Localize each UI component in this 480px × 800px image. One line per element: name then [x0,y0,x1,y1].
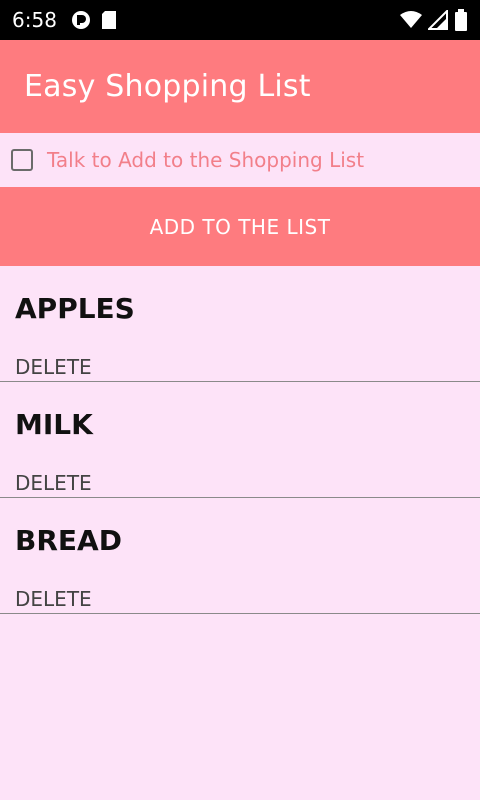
shopping-list: APPLES DELETE MILK DELETE BREAD DELETE [0,266,480,614]
item-name: MILK [15,408,93,441]
app-screen: 6:58 Easy Shopping List Talk to Add to t… [0,0,480,800]
talk-to-add-checkbox[interactable] [11,149,33,171]
delete-button[interactable]: DELETE [15,471,92,495]
battery-icon [454,9,468,31]
status-bar: 6:58 [0,0,480,40]
status-right-icons [400,9,468,31]
list-item: MILK DELETE [0,382,480,498]
add-to-list-button[interactable]: ADD TO THE LIST [0,187,480,266]
sd-card-icon [101,10,121,30]
app-notification-icon [71,10,91,30]
list-item: APPLES DELETE [0,266,480,382]
delete-button[interactable]: DELETE [15,587,92,611]
status-time: 6:58 [12,8,57,32]
list-item: BREAD DELETE [0,498,480,614]
delete-button[interactable]: DELETE [15,355,92,379]
app-bar: Easy Shopping List [0,40,480,133]
item-name: BREAD [15,524,122,557]
signal-icon [428,10,448,30]
talk-to-add-checkbox-row[interactable]: Talk to Add to the Shopping List [0,133,480,187]
wifi-icon [400,11,422,29]
app-title: Easy Shopping List [24,69,311,104]
talk-to-add-label: Talk to Add to the Shopping List [47,148,365,172]
item-name: APPLES [15,292,135,325]
